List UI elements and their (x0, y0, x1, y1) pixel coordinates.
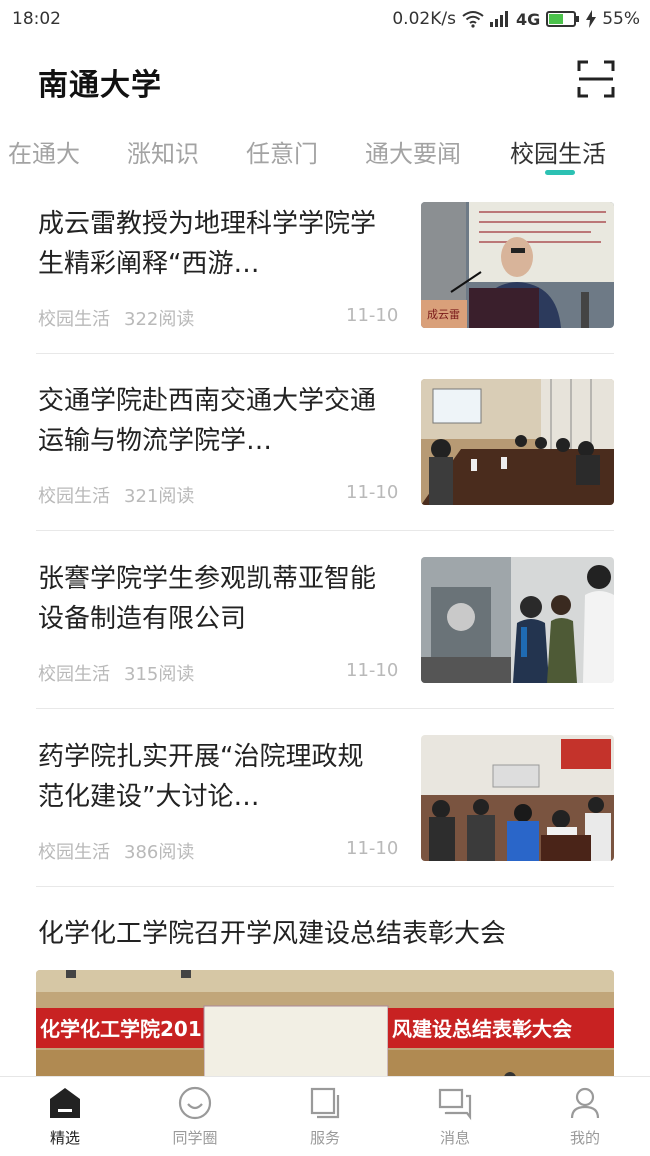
list-item[interactable]: 药学院扎实开展“治院理政规范化建设”大讨论… 校园生活 386阅读 11-10 (36, 721, 614, 899)
news-feed[interactable]: 成云雷教授为地理科学学院学生精彩阐释“西游… 校园生活 322阅读 11-10 (0, 188, 650, 1076)
article-category: 校园生活 (38, 842, 110, 863)
tab-zhang-zhi-shi[interactable]: 涨知识 (127, 134, 199, 169)
smile-icon (178, 1086, 212, 1120)
article-category: 校园生活 (38, 309, 110, 330)
divider (36, 530, 614, 531)
article-date: 11-10 (346, 482, 399, 503)
status-time: 18:02 (12, 9, 61, 29)
list-item[interactable]: 张謇学院学生参观凯蒂亚智能设备制造有限公司 校园生活 315阅读 11-10 (36, 543, 614, 721)
list-item[interactable]: 化学化工学院召开学风建设总结表彰大会 化学化工学院201 风建设总结表彰大会 (36, 900, 614, 1076)
article-title: 化学化工学院召开学风建设总结表彰大会 (38, 919, 507, 949)
article-date: 11-10 (346, 305, 399, 326)
status-bar: 18:02 0.02K/s 4G 55% (0, 0, 650, 38)
home-icon (50, 1088, 80, 1118)
active-tab-indicator (545, 170, 575, 175)
tab-zai-tong-da[interactable]: 在通大 (8, 134, 80, 169)
charging-icon (586, 10, 597, 28)
profile-icon (570, 1087, 600, 1119)
article-thumbnail (421, 735, 614, 861)
scan-icon (577, 60, 615, 98)
tab-xiao-yuan-sheng-huo[interactable]: 校园生活 (510, 134, 606, 169)
nav-item-messages[interactable]: 消息 (405, 1085, 505, 1148)
article-title: 药学院扎实开展“治院理政规范化建设”大讨论… (38, 742, 364, 812)
app-header: 南通大学 (0, 50, 650, 112)
article-meta: 校园生活 321阅读 (38, 482, 194, 508)
article-thumbnail: 成云雷 (421, 202, 614, 328)
tab-ren-yi-men[interactable]: 任意门 (246, 134, 318, 169)
battery-level: 55% (602, 9, 640, 29)
bottom-navigation: 精选 同学圈 服务 消息 我的 (0, 1076, 650, 1156)
service-icon (310, 1087, 340, 1119)
signal-icon (489, 11, 510, 27)
divider (36, 886, 614, 887)
battery-icon (546, 10, 580, 28)
nav-item-classmates[interactable]: 同学圈 (145, 1085, 245, 1148)
network-speed: 0.02K/s (392, 9, 456, 29)
article-reads: 315阅读 (124, 664, 195, 685)
article-meta: 校园生活 315阅读 (38, 660, 194, 686)
network-type: 4G (515, 9, 541, 29)
category-tabs: 在通大 涨知识 任意门 通大要闻 校园生活 (0, 128, 650, 178)
article-thumbnail (421, 379, 614, 505)
article-date: 11-10 (346, 660, 399, 681)
article-reads: 321阅读 (124, 486, 195, 507)
wifi-icon (462, 10, 484, 28)
nav-item-profile[interactable]: 我的 (535, 1085, 635, 1148)
article-thumbnail (421, 557, 614, 683)
nav-item-featured[interactable]: 精选 (15, 1085, 115, 1148)
divider (36, 708, 614, 709)
page-title: 南通大学 (38, 68, 162, 103)
article-date: 11-10 (346, 838, 399, 859)
nameplate-text: 成云雷 (427, 308, 460, 321)
list-item[interactable]: 成云雷教授为地理科学学院学生精彩阐释“西游… 校园生活 322阅读 11-10 (36, 188, 614, 366)
article-title: 成云雷教授为地理科学学院学生精彩阐释“西游… (38, 209, 377, 279)
message-icon (438, 1088, 472, 1121)
article-title: 交通学院赴西南交通大学交通运输与物流学院学… (38, 386, 377, 456)
nav-label: 服务 (309, 1129, 340, 1147)
article-meta: 校园生活 386阅读 (38, 838, 194, 864)
nav-item-services[interactable]: 服务 (275, 1085, 375, 1148)
nav-label: 消息 (439, 1129, 470, 1147)
article-title: 张謇学院学生参观凯蒂亚智能设备制造有限公司 (38, 564, 377, 634)
nav-label: 同学圈 (172, 1129, 218, 1147)
banner-text-right: 风建设总结表彰大会 (392, 1017, 572, 1041)
status-indicators: 0.02K/s 4G 55% (392, 9, 640, 29)
article-category: 校园生活 (38, 664, 110, 685)
tab-tong-da-yao-wen[interactable]: 通大要闻 (365, 134, 461, 169)
article-reads: 322阅读 (124, 309, 195, 330)
nav-label: 我的 (569, 1129, 600, 1147)
list-item[interactable]: 交通学院赴西南交通大学交通运输与物流学院学… 校园生活 321阅读 11-10 (36, 365, 614, 543)
app-screen: 18:02 0.02K/s 4G 55% 南通大学 在通大 涨知识 任意门 通大… (0, 0, 650, 1156)
article-reads: 386阅读 (124, 842, 195, 863)
article-cover-image: 化学化工学院201 风建设总结表彰大会 (36, 970, 614, 1076)
article-meta: 校园生活 322阅读 (38, 305, 194, 331)
nav-label: 精选 (49, 1129, 80, 1147)
article-category: 校园生活 (38, 486, 110, 507)
scan-button[interactable] (577, 60, 615, 98)
banner-text-left: 化学化工学院201 (40, 1017, 202, 1041)
divider (36, 353, 614, 354)
